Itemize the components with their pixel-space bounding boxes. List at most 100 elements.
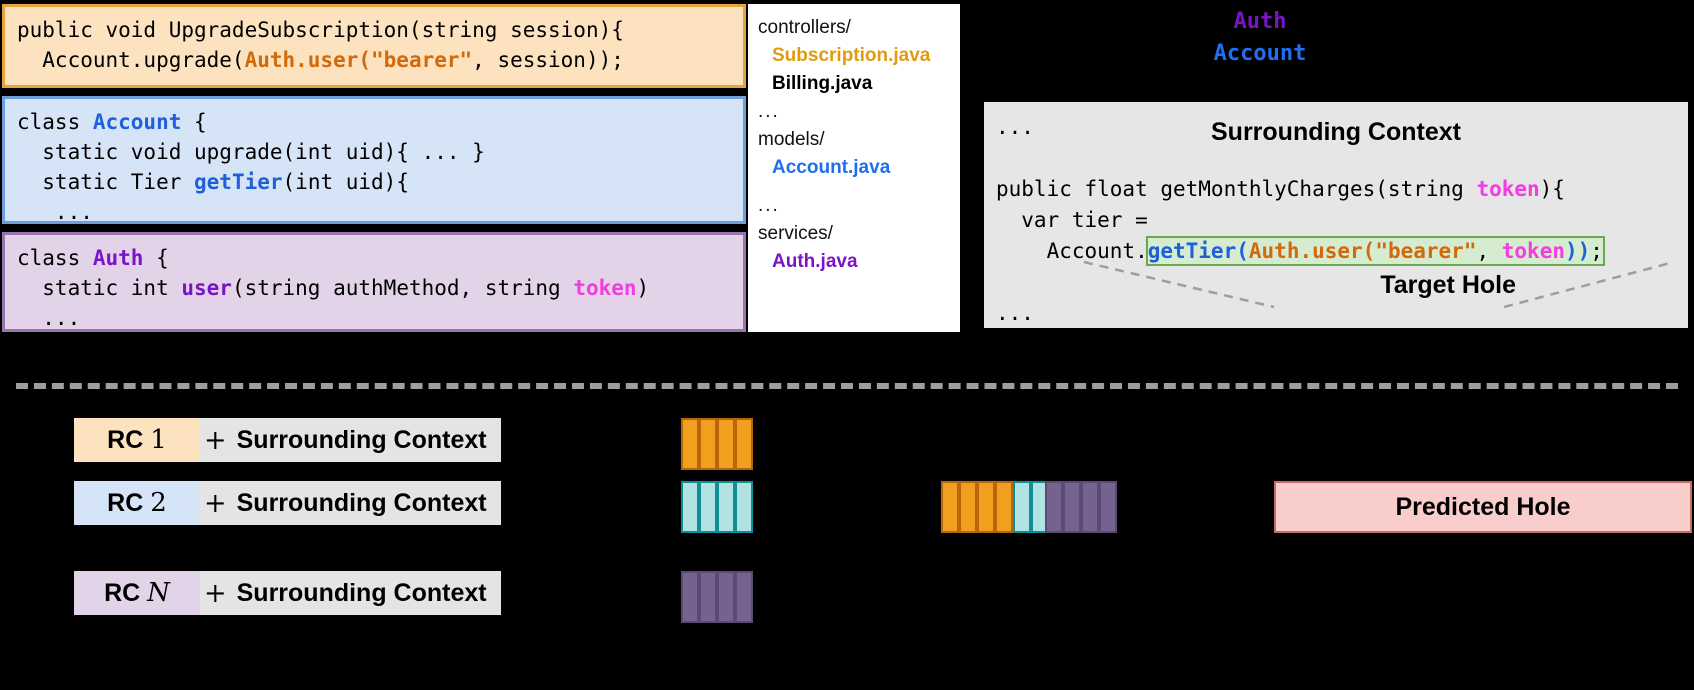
rc-tag-number: 1 — [150, 425, 167, 455]
context-top-ellipsis: ... — [996, 115, 1034, 139]
code-line: ... — [17, 303, 733, 330]
code-token: ) — [636, 276, 650, 300]
code-token: ... — [17, 200, 93, 224]
token-segment — [681, 571, 699, 623]
code-token: token — [1476, 177, 1540, 201]
file-tree-file[interactable]: Account.java — [758, 154, 960, 182]
rc-tag-number: 2 — [150, 488, 167, 518]
target-hole-highlight: getTier(Auth.user("bearer", token)); — [1145, 236, 1605, 266]
predicted-hole-box: Predicted Hole — [1274, 481, 1692, 533]
context-code-block: public float getMonthlyCharges(string to… — [996, 174, 1605, 267]
code-token: ; — [1590, 239, 1603, 263]
code-line: ... — [17, 197, 733, 224]
token-segment — [995, 481, 1013, 533]
token-segment — [717, 571, 735, 623]
code-token: token — [1501, 239, 1565, 263]
rc-row-1: RC 1 + Surrounding Context — [74, 418, 501, 462]
code-token: , — [1476, 239, 1502, 263]
code-line: class Auth { — [17, 243, 733, 273]
figure-root: public void UpgradeSubscription(string s… — [0, 0, 1694, 690]
token-segment — [735, 481, 753, 533]
plus-symbol: + — [204, 424, 227, 456]
code-token: Auth.user("bearer" — [244, 48, 473, 72]
snippet-rc2: class Account { static void upgrade(int … — [2, 96, 746, 224]
plus-symbol: + — [204, 487, 227, 519]
rc-row-n: RC N + Surrounding Context — [74, 571, 501, 615]
file-tree-spacer — [758, 182, 960, 192]
token-segment — [1045, 481, 1063, 533]
rc-tag-prefix: RC — [107, 425, 144, 454]
code-line: public float getMonthlyCharges(string to… — [996, 174, 1603, 205]
rc-context-label: Surrounding Context — [236, 578, 487, 607]
code-line: class Account { — [17, 107, 733, 137]
token-segment — [717, 481, 735, 533]
code-token: { — [181, 110, 207, 134]
token-segment — [1081, 481, 1099, 533]
code-token: var tier = — [996, 208, 1148, 232]
code-line: static Tier getTier(int uid){ — [17, 167, 733, 197]
rc-tag-number: N — [147, 578, 170, 608]
rc-context-1: + Surrounding Context — [200, 418, 501, 462]
token-segment — [1063, 481, 1081, 533]
code-token: (int uid){ — [282, 170, 409, 194]
code-token: Account.upgrade( — [17, 48, 245, 72]
snippet-rc1: public void UpgradeSubscription(string s… — [2, 4, 746, 88]
code-token: token — [573, 276, 637, 300]
context-class-labels: Auth Account — [980, 6, 1540, 70]
file-tree-directory: models/ — [758, 129, 825, 150]
token-segment — [941, 481, 959, 533]
file-tree-file[interactable]: Subscription.java — [758, 42, 960, 70]
code-token: Auth.user("bearer" — [1248, 239, 1477, 263]
context-class-label: Auth — [1233, 9, 1287, 34]
target-hole-label: Target Hole — [1380, 271, 1516, 299]
repository-file-tree: controllers/Subscription.java Billing.jav… — [748, 4, 960, 332]
code-token: getTier — [194, 170, 283, 194]
rc-tag-prefix: RC — [104, 578, 141, 607]
rc-tag-2: RC 2 — [74, 481, 200, 525]
rc-context-label: Surrounding Context — [236, 425, 487, 454]
code-token: static Tier — [17, 170, 195, 194]
file-tree-file[interactable]: Auth.java — [758, 248, 960, 276]
file-tree-ellipsis: ... — [758, 195, 780, 216]
rc-tag-1: RC 1 — [74, 418, 200, 462]
code-token: user — [181, 276, 232, 300]
code-line: public void UpgradeSubscription(string s… — [17, 15, 733, 45]
code-line: static void upgrade(int uid){ ... } — [17, 137, 733, 167]
code-token: { — [143, 246, 169, 270]
token-bar-mixed-purple — [1045, 481, 1117, 533]
token-segment — [681, 481, 699, 533]
code-token: public void UpgradeSubscription(string s… — [17, 18, 624, 42]
code-token: ( — [1236, 239, 1249, 263]
code-line: var tier = — [996, 205, 1603, 236]
token-segment — [1013, 481, 1031, 533]
token-segment — [717, 418, 735, 470]
context-class-label: Account — [1213, 41, 1307, 66]
token-segment — [735, 418, 753, 470]
token-bar-rc1 — [681, 418, 753, 470]
code-token: ... — [17, 306, 81, 330]
token-bar-rc2 — [681, 481, 753, 533]
code-token: class — [17, 110, 93, 134]
token-bar-mixed-orange — [941, 481, 1013, 533]
code-token: )) — [1564, 239, 1591, 263]
code-token: class — [17, 246, 93, 270]
file-tree-file[interactable]: Billing.java — [758, 70, 960, 98]
code-line: Account.upgrade(Auth.user("bearer", sess… — [17, 45, 733, 75]
token-segment — [699, 481, 717, 533]
file-tree-directory: controllers/ — [758, 17, 851, 38]
code-line: static int user(string authMethod, strin… — [17, 273, 733, 303]
surrounding-context-panel: Surrounding Context ... public float get… — [980, 98, 1692, 332]
code-token: (string authMethod, string — [231, 276, 574, 300]
rc-tag-prefix: RC — [107, 488, 144, 517]
plus-symbol: + — [204, 577, 227, 609]
token-segment — [699, 571, 717, 623]
code-token: getTier — [1147, 239, 1237, 263]
token-segment — [735, 571, 753, 623]
code-token: static int — [17, 276, 182, 300]
context-spacer — [996, 143, 1603, 174]
rc-context-label: Surrounding Context — [236, 488, 487, 517]
code-token: public float getMonthlyCharges(string — [996, 177, 1477, 201]
rc-tag-n: RC N — [74, 571, 200, 615]
rc-context-2: + Surrounding Context — [200, 481, 501, 525]
rc-row-2: RC 2 + Surrounding Context — [74, 481, 501, 525]
